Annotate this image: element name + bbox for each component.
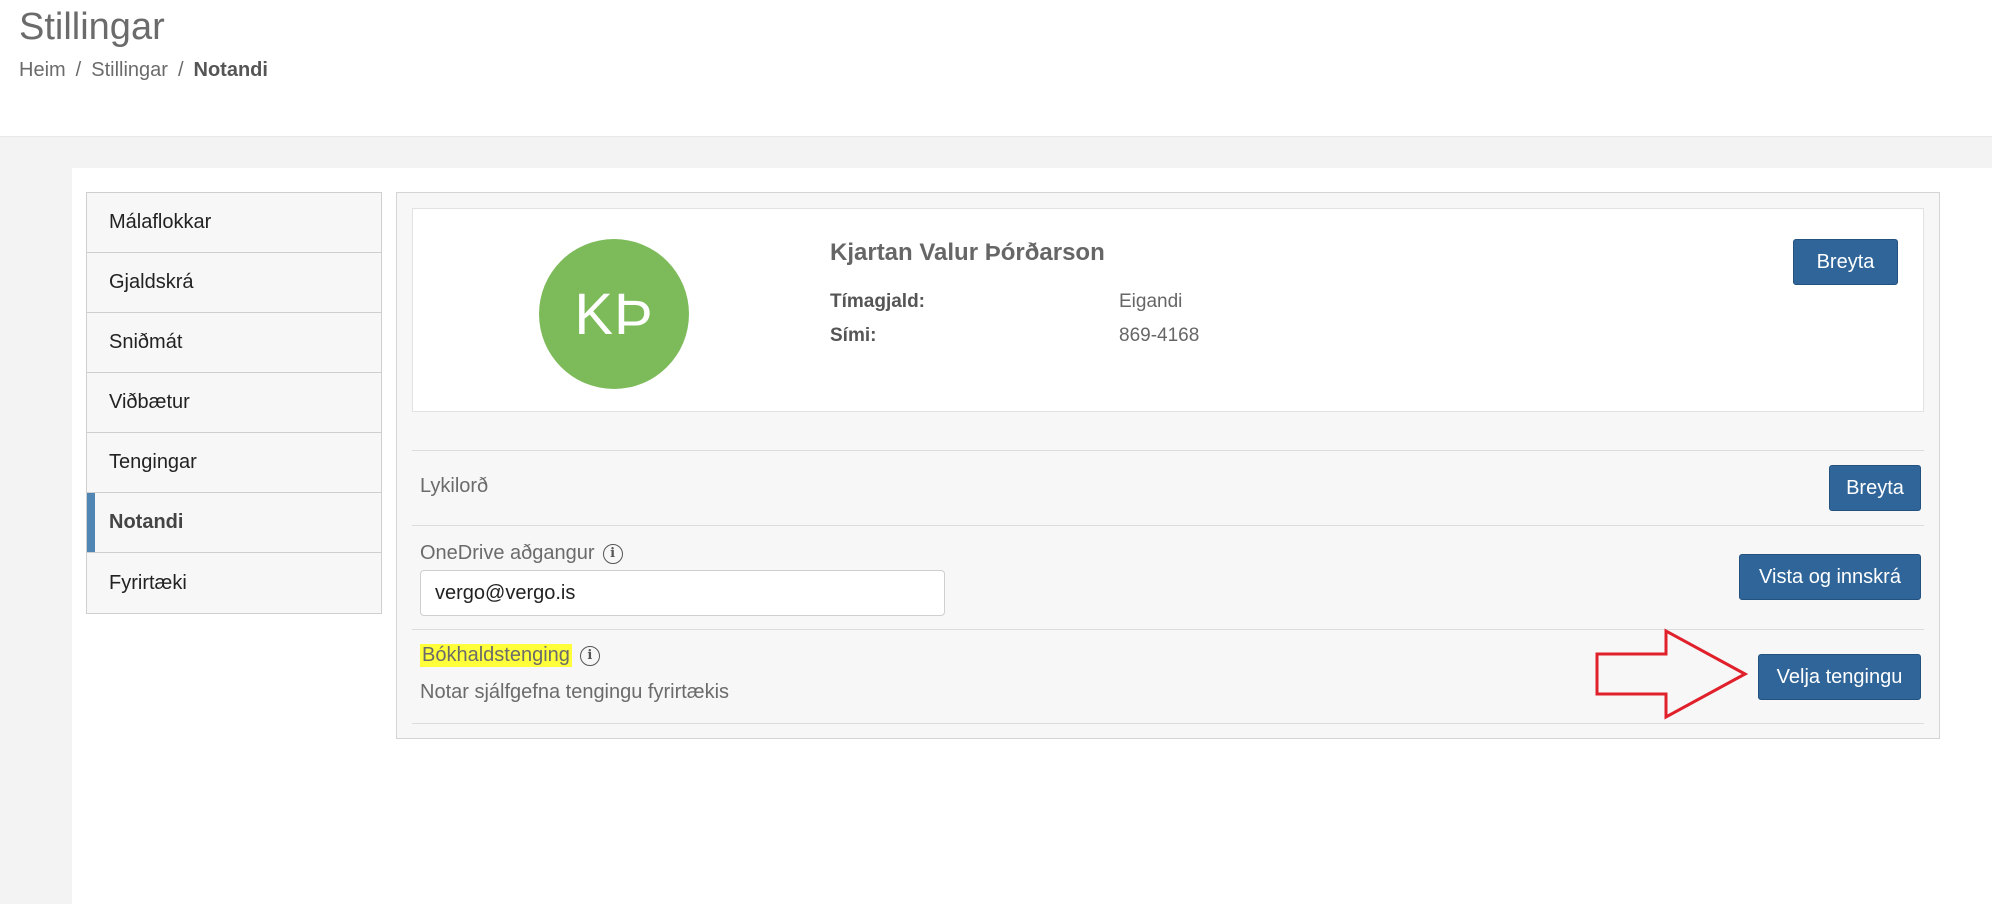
password-label: Lykilorð [420, 475, 489, 497]
row-divider [412, 450, 1924, 451]
phone-value: 869-4168 [1119, 325, 1200, 346]
breadcrumb-separator: / [75, 59, 82, 81]
sidebar-item-tengingar[interactable]: Tengingar [87, 433, 381, 493]
edit-profile-button[interactable]: Breyta [1793, 239, 1898, 285]
sidebar-item-gjaldskra[interactable]: Gjaldskrá [87, 253, 381, 313]
phone-label: Sími: [830, 325, 877, 346]
row-divider [412, 525, 1924, 526]
info-icon[interactable]: i [579, 645, 600, 666]
hourly-rate-label: Tímagjald: [830, 291, 926, 312]
settings-sidebar: Málaflokkar Gjaldskrá Sniðmát Viðbætur T… [86, 192, 382, 614]
breadcrumb-item-home[interactable]: Heim [19, 59, 66, 82]
sidebar-item-vidbaetur[interactable]: Viðbætur [87, 373, 381, 433]
page-header: Stillingar Heim / Stillingar / Notandi [0, 0, 1992, 137]
profile-card: KÞ Kjartan Valur Þórðarson Tímagjald: Ei… [412, 208, 1924, 412]
breadcrumb-item-settings[interactable]: Stillingar [91, 59, 168, 82]
hourly-rate-value: Eigandi [1119, 291, 1183, 312]
accounting-connection-description: Notar sjálfgefna tengingu fyrirtækis [420, 681, 730, 703]
change-password-button[interactable]: Breyta [1829, 465, 1921, 511]
page-title: Stillingar [19, 6, 165, 48]
onedrive-label: OneDrive aðgangur [420, 542, 595, 564]
avatar: KÞ [539, 239, 689, 389]
user-name: Kjartan Valur Þórðarson [830, 239, 1105, 266]
sidebar-item-fyrirtaeki[interactable]: Fyrirtæki [87, 553, 381, 613]
onedrive-email-input[interactable] [420, 570, 945, 616]
sidebar-item-notandi[interactable]: Notandi [87, 493, 381, 553]
breadcrumb-separator: / [177, 59, 184, 81]
save-and-login-button[interactable]: Vista og innskrá [1739, 554, 1921, 600]
breadcrumb-item-current: Notandi [193, 59, 268, 81]
sidebar-item-snidmat[interactable]: Sniðmát [87, 313, 381, 373]
info-icon[interactable]: i [602, 543, 623, 564]
accounting-connection-label: Bókhaldstenging [420, 644, 572, 667]
onedrive-label-row: OneDrive aðgangur i [420, 542, 623, 565]
right-arrow-annotation-icon [1595, 628, 1748, 720]
breadcrumb: Heim / Stillingar / Notandi [19, 59, 268, 82]
choose-connection-button[interactable]: Velja tengingu [1758, 654, 1921, 700]
sidebar-item-malaflokkar[interactable]: Málaflokkar [87, 193, 381, 253]
accounting-label-row: Bókhaldstenging i [420, 644, 600, 667]
row-divider [412, 723, 1924, 724]
